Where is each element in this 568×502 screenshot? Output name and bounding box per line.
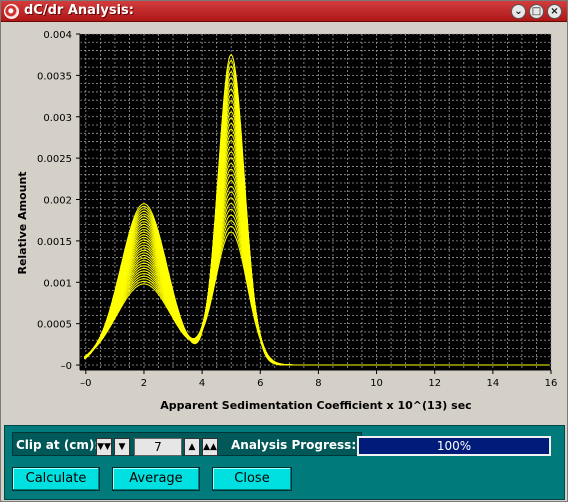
close-icon[interactable]: × bbox=[547, 4, 562, 19]
clip-label: Clip at (cm): bbox=[16, 438, 100, 452]
window-title: dC/dr Analysis: bbox=[24, 3, 134, 18]
clip-increase-button[interactable]: ▲ bbox=[184, 438, 200, 456]
x-tick-label: –0 bbox=[80, 378, 91, 389]
progress-text: 100% bbox=[436, 439, 472, 453]
clip-value-field[interactable]: 7 bbox=[134, 438, 182, 456]
y-tick-label: 0.0005 bbox=[37, 320, 72, 331]
clip-decrease-button[interactable]: ▼ bbox=[114, 438, 130, 456]
x-axis-label: Apparent Sedimentation Coefficient x 10^… bbox=[160, 399, 471, 412]
minimize-icon[interactable]: ⌄ bbox=[511, 4, 526, 19]
title-bar[interactable]: dC/dr Analysis: ⌄ □ × bbox=[1, 1, 567, 22]
x-tick-label: 2 bbox=[141, 378, 147, 389]
x-tick-label: 12 bbox=[428, 378, 441, 389]
plot-area: –0 2 4 6 8 10 12 14 16 –0 0.0005 0.001 0.0015 0.002 0.… bbox=[4, 23, 565, 423]
maximize-icon[interactable]: □ bbox=[529, 4, 544, 19]
y-tick-label: –0 bbox=[61, 361, 72, 372]
y-tick-label: 0.0025 bbox=[37, 154, 72, 165]
control-panel: Clip at (cm): ▼▼ ▼ 7 ▲ ▲▲ Analysis Progr… bbox=[4, 425, 565, 500]
average-button[interactable]: Average bbox=[112, 467, 200, 491]
plot-background bbox=[80, 34, 551, 370]
y-tick-label: 0.002 bbox=[43, 196, 72, 207]
y-tick-label: 0.004 bbox=[43, 30, 72, 41]
app-icon[interactable] bbox=[4, 4, 19, 19]
x-tick-label: 16 bbox=[545, 378, 558, 389]
close-button[interactable]: Close bbox=[212, 467, 292, 491]
x-tick-label: 10 bbox=[370, 378, 383, 389]
y-axis-label: Relative Amount bbox=[16, 171, 29, 274]
x-tick-label: 4 bbox=[199, 378, 205, 389]
clip-decrease-fast-button[interactable]: ▼▼ bbox=[96, 438, 112, 456]
progress-label: Analysis Progress: bbox=[231, 438, 357, 452]
y-tick-label: 0.0015 bbox=[37, 237, 72, 248]
y-tick-label: 0.001 bbox=[43, 278, 72, 289]
x-tick-label: 6 bbox=[257, 378, 263, 389]
clip-increase-fast-button[interactable]: ▲▲ bbox=[202, 438, 218, 456]
calculate-button[interactable]: Calculate bbox=[12, 467, 100, 491]
y-tick-label: 0.003 bbox=[43, 113, 72, 124]
dcdr-chart: –0 2 4 6 8 10 12 14 16 –0 0.0005 0.001 0.0015 0.002 0.… bbox=[16, 30, 558, 412]
dcdr-analysis-window: dC/dr Analysis: ⌄ □ × –0 2 4 6 8 10 12 14 16 –0 0.… bbox=[0, 0, 568, 502]
x-tick-label: 14 bbox=[486, 378, 499, 389]
x-tick-label: 8 bbox=[315, 378, 321, 389]
analysis-progress-bar: 100% bbox=[357, 436, 551, 456]
y-tick-label: 0.0035 bbox=[37, 71, 72, 82]
